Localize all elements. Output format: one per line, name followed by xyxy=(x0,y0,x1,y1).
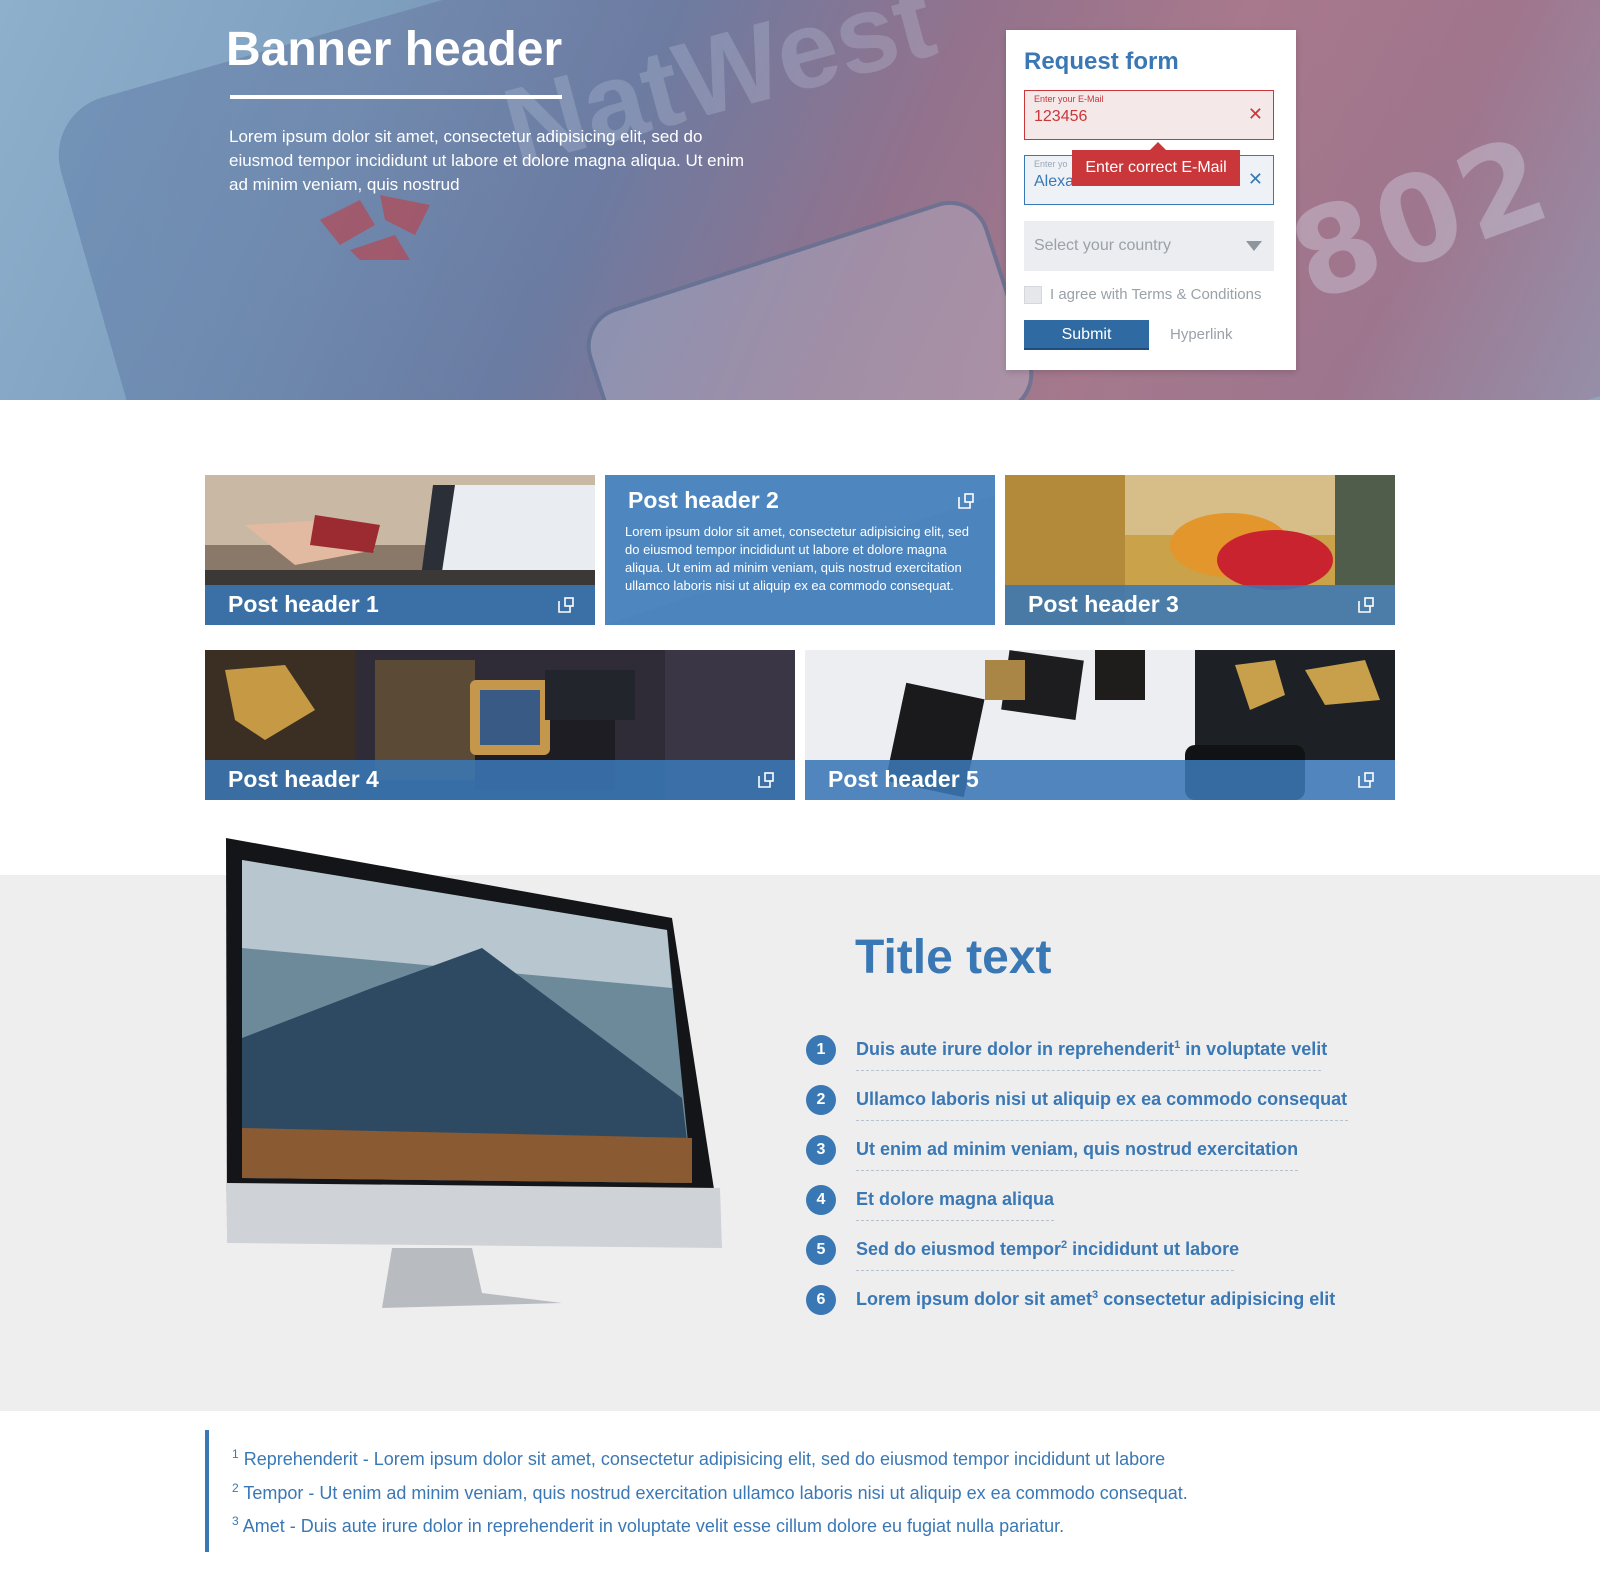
footnote-2: 2 Tempor - Ut enim ad minim veniam, quis… xyxy=(232,1481,1188,1503)
dashed-divider xyxy=(856,1120,1348,1121)
country-select-placeholder: Select your country xyxy=(1034,237,1171,254)
footnote-accent-bar xyxy=(205,1430,209,1552)
footnote-1: 1 Reprehenderit - Lorem ipsum dolor sit … xyxy=(232,1447,1166,1469)
feature-item-text: Lorem ipsum dolor sit amet3 consectetur … xyxy=(856,1289,1336,1309)
card-logo-image xyxy=(320,195,430,260)
number-badge: 2 xyxy=(806,1085,836,1115)
number-badge: 4 xyxy=(806,1185,836,1215)
post-1-title: Post header 1 xyxy=(228,591,379,617)
feature-title: Title text xyxy=(855,931,1052,984)
name-field-value[interactable]: Alexa xyxy=(1034,173,1074,191)
chevron-down-icon xyxy=(1246,241,1262,251)
hyperlink[interactable]: Hyperlink xyxy=(1170,326,1233,343)
banner-text: Lorem ipsum dolor sit amet, consectetur … xyxy=(229,127,745,194)
post-1-caption-bar: Post header 1 xyxy=(205,585,595,625)
feature-item-text: Sed do eiusmod tempor2 incididunt ut lab… xyxy=(856,1239,1240,1259)
name-field-label: Enter yo xyxy=(1034,159,1068,169)
hero-banner: NatWest 802 Banner header Lorem ipsum do… xyxy=(0,0,1600,400)
post-tile-1[interactable]: Post header 1 xyxy=(205,475,595,625)
email-clear-icon[interactable]: ✕ xyxy=(1248,104,1263,125)
request-form: Request form Enter your E-Mail 123456 ✕ … xyxy=(1006,30,1296,370)
name-clear-icon[interactable]: ✕ xyxy=(1248,169,1263,190)
country-select[interactable]: Select your country xyxy=(1024,221,1274,271)
dashed-divider xyxy=(856,1170,1298,1171)
footnote-3: 3 Amet - Duis aute irure dolor in repreh… xyxy=(232,1514,1065,1536)
post-5-title: Post header 5 xyxy=(828,766,979,792)
dashed-divider xyxy=(856,1270,1234,1271)
feature-item-text: Ut enim ad minim veniam, quis nostrud ex… xyxy=(856,1139,1299,1159)
post-2-text: Lorem ipsum dolor sit amet, consectetur … xyxy=(625,524,969,593)
form-title: Request form xyxy=(1024,48,1179,75)
post-tile-2[interactable]: Post header 2 Lorem ipsum dolor sit amet… xyxy=(605,475,995,625)
external-link-icon[interactable] xyxy=(757,771,775,789)
email-field[interactable]: Enter your E-Mail 123456 ✕ xyxy=(1024,90,1274,140)
number-badge: 5 xyxy=(806,1235,836,1265)
post-tile-5[interactable]: Post header 5 xyxy=(805,650,1395,800)
banner-header: Banner header xyxy=(226,23,563,76)
number-badge: 6 xyxy=(806,1285,836,1315)
email-field-value[interactable]: 123456 xyxy=(1034,108,1087,126)
terms-checkbox[interactable] xyxy=(1024,286,1042,304)
email-field-label: Enter your E-Mail xyxy=(1034,94,1104,104)
external-link-icon[interactable] xyxy=(557,596,575,614)
feature-item-text: Ullamco laboris nisi ut aliquip ex ea co… xyxy=(856,1089,1348,1109)
post-tile-3[interactable]: Post header 3 xyxy=(1005,475,1395,625)
feature-item-text: Et dolore magna aliqua xyxy=(856,1189,1055,1209)
dashed-divider xyxy=(856,1220,1054,1221)
external-link-icon[interactable] xyxy=(957,492,975,510)
external-link-icon[interactable] xyxy=(1357,596,1375,614)
dashed-divider xyxy=(856,1070,1321,1071)
feature-item-text: Duis aute irure dolor in reprehenderit1 … xyxy=(856,1039,1328,1059)
number-badge: 1 xyxy=(806,1035,836,1065)
number-badge: 3 xyxy=(806,1135,836,1165)
post-2-title: Post header 2 xyxy=(628,487,779,513)
email-error-tooltip: Enter correct E-Mail xyxy=(1072,142,1240,186)
submit-button[interactable]: Submit xyxy=(1024,320,1149,350)
banner-divider xyxy=(230,95,562,99)
external-link-icon[interactable] xyxy=(1357,771,1375,789)
post-3-caption-bar: Post header 3 xyxy=(1005,585,1395,625)
post-4-title: Post header 4 xyxy=(228,766,379,792)
terms-label: I agree with Terms & Conditions xyxy=(1050,286,1262,303)
post-5-caption-bar: Post header 5 xyxy=(805,760,1395,800)
post-4-caption-bar: Post header 4 xyxy=(205,760,795,800)
post-tile-4[interactable]: Post header 4 xyxy=(205,650,795,800)
monitor-image xyxy=(226,838,722,1308)
post-3-title: Post header 3 xyxy=(1028,591,1179,617)
